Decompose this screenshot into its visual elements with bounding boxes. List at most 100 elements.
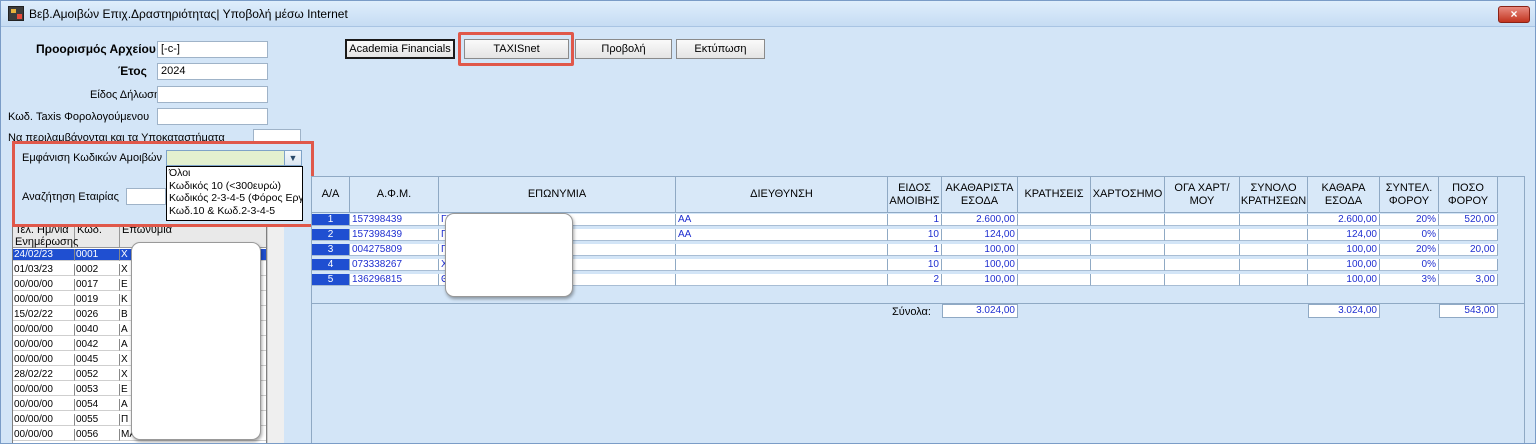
cell-afm: 157398439 <box>350 214 439 226</box>
cell-code: 0053 <box>75 384 120 396</box>
cell-code: 0056 <box>75 429 120 441</box>
cell-ded <box>1018 244 1091 256</box>
cell-code: 0001 <box>75 249 120 261</box>
fee-code-option[interactable]: Κωδικός 10 (<300ευρώ) <box>167 180 302 193</box>
print-button[interactable]: Εκτύπωση <box>676 39 765 59</box>
cell-stamp <box>1091 214 1165 226</box>
companies-scrollbar[interactable] <box>267 223 284 443</box>
fee-code-option[interactable]: Όλοι <box>167 167 302 180</box>
column-header[interactable]: ΕΠΩΝΥΜΙΑ <box>439 177 676 213</box>
column-header[interactable]: ΟΓΑ ΧΑΡΤ/ΜΟΥ <box>1165 177 1240 213</box>
total-net: 3.024,00 <box>1308 304 1380 318</box>
cell-aa: 2 <box>312 229 350 241</box>
cell-net: 100,00 <box>1308 274 1380 286</box>
totals-divider <box>312 303 1524 304</box>
cell-type: 1 <box>888 214 942 226</box>
cell-tax <box>1439 259 1498 271</box>
cell-date: 00/00/00 <box>13 384 75 396</box>
cell-ded <box>1018 214 1091 226</box>
cell-rate: 20% <box>1380 214 1439 226</box>
cell-date: 00/00/00 <box>13 294 75 306</box>
redaction-box <box>445 213 573 297</box>
cell-ded <box>1018 274 1091 286</box>
column-header[interactable]: Α/Α <box>312 177 350 213</box>
cell-net: 100,00 <box>1308 244 1380 256</box>
column-header[interactable]: ΕΙΔΟΣ ΑΜΟΙΒΗΣ <box>888 177 942 213</box>
column-header[interactable]: ΣΥΝΟΛΟ ΚΡΑΤΗΣΕΩΝ <box>1240 177 1308 213</box>
cell-tax: 520,00 <box>1439 214 1498 226</box>
company-search-label: Αναζήτηση Εταιρίας <box>22 191 119 203</box>
cell-ded <box>1018 229 1091 241</box>
cell-date: 28/02/22 <box>13 369 75 381</box>
column-header[interactable]: ΔΙΕΥΘΥΝΣΗ <box>676 177 888 213</box>
cell-stamp <box>1091 274 1165 286</box>
chevron-down-icon[interactable]: ▼ <box>284 151 301 165</box>
preview-button[interactable]: Προβολή <box>575 39 672 59</box>
column-header[interactable]: Α.Φ.Μ. <box>350 177 439 213</box>
cell-code: 0002 <box>75 264 120 276</box>
fee-codes-label: Εμφάνιση Κωδικών Αμοιβών <box>22 152 162 164</box>
taxis-code-field[interactable] <box>157 108 268 125</box>
header-last-update[interactable]: Τελ. Ημ/νία Ενημέρωσης <box>13 224 78 248</box>
taxis-code-label: Κωδ. Taxis Φορολογούμενου <box>8 111 150 123</box>
cell-date: 00/00/00 <box>13 399 75 411</box>
cell-code: 0019 <box>75 294 120 306</box>
column-header[interactable]: ΑΚΑΘΑΡΙΣΤΑ ΕΣΟΔΑ <box>942 177 1018 213</box>
cell-totded <box>1240 214 1308 226</box>
cell-date: 00/00/00 <box>13 279 75 291</box>
cell-rate: 0% <box>1380 229 1439 241</box>
column-header[interactable]: ΠΟΣΟ ΦΟΡΟΥ <box>1439 177 1498 213</box>
destination-field[interactable]: [-c-] <box>157 41 268 58</box>
cell-gross: 124,00 <box>942 229 1018 241</box>
app-icon <box>8 6 24 21</box>
cell-net: 124,00 <box>1308 229 1380 241</box>
main-window: Βεβ.Αμοιβών Επιχ.Δραστηριότητας| Υποβολή… <box>0 0 1536 444</box>
fee-code-option[interactable]: Κωδικός 2-3-4-5 (Φόρος Εργ <box>167 192 302 205</box>
cell-date: 24/02/23 <box>13 249 75 261</box>
cell-aa: 3 <box>312 244 350 256</box>
cell-totded <box>1240 274 1308 286</box>
cell-address <box>676 244 888 256</box>
column-header[interactable]: ΧΑΡΤΟΣΗΜΟ <box>1091 177 1165 213</box>
cell-oga <box>1165 274 1240 286</box>
year-field[interactable]: 2024 <box>157 63 268 80</box>
cell-gross: 2.600,00 <box>942 214 1018 226</box>
fee-codes-dropdown: Όλοι Κωδικός 10 (<300ευρώ) Κωδικός 2-3-4… <box>166 166 303 221</box>
year-label: Έτος <box>118 64 147 78</box>
fee-code-option[interactable]: Κωδ.10 & Κωδ.2-3-4-5 <box>167 205 302 218</box>
declaration-type-field[interactable] <box>157 86 268 103</box>
total-gross: 3.024,00 <box>942 304 1018 318</box>
cell-gross: 100,00 <box>942 274 1018 286</box>
redaction-box <box>131 242 261 440</box>
cell-tax: 3,00 <box>1439 274 1498 286</box>
cell-code: 0042 <box>75 339 120 351</box>
total-tax: 543,00 <box>1439 304 1498 318</box>
column-header[interactable]: ΣΥΝΤΕΛ. ΦΟΡΟΥ <box>1380 177 1439 213</box>
cell-date: 00/00/00 <box>13 429 75 441</box>
cell-rate: 3% <box>1380 274 1439 286</box>
window-title: Βεβ.Αμοιβών Επιχ.Δραστηριότητας| Υποβολή… <box>29 7 348 21</box>
cell-type: 1 <box>888 244 942 256</box>
cell-stamp <box>1091 244 1165 256</box>
cell-totded <box>1240 229 1308 241</box>
column-header[interactable]: ΚΑΘΑΡΑ ΕΣΟΔΑ <box>1308 177 1380 213</box>
cell-oga <box>1165 259 1240 271</box>
cell-afm: 073338267 <box>350 259 439 271</box>
cell-address <box>676 274 888 286</box>
header-code[interactable]: Κωδ. <box>75 224 120 248</box>
fee-codes-panel: Εμφάνιση Κωδικών Αμοιβών ▼ Όλοι Κωδικός … <box>12 141 314 227</box>
cell-type: 10 <box>888 229 942 241</box>
close-button[interactable]: × <box>1498 6 1530 23</box>
fee-codes-select[interactable]: ▼ <box>166 150 302 166</box>
cell-net: 100,00 <box>1308 259 1380 271</box>
cell-afm: 136296815 <box>350 274 439 286</box>
cell-date: 15/02/22 <box>13 309 75 321</box>
cell-gross: 100,00 <box>942 259 1018 271</box>
company-search-input[interactable] <box>126 188 166 205</box>
cell-code: 0052 <box>75 369 120 381</box>
academia-button[interactable]: Academia Financials <box>345 39 455 59</box>
cell-address: ΑΑ <box>676 229 888 241</box>
column-header[interactable]: ΚΡΑΤΗΣΕΙΣ <box>1018 177 1091 213</box>
taxisnet-highlight <box>458 32 574 66</box>
title-bar: Βεβ.Αμοιβών Επιχ.Δραστηριότητας| Υποβολή… <box>1 1 1535 27</box>
